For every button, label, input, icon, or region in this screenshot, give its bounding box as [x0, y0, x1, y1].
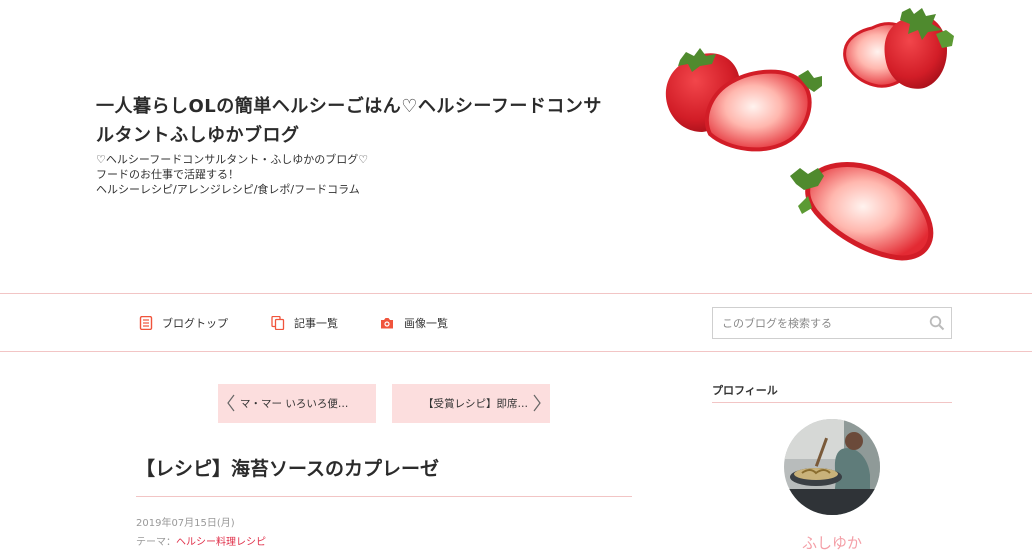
article-theme-label: テーマ： — [136, 537, 176, 548]
avatar[interactable] — [784, 419, 880, 515]
article-date: 2019年07月15日(月) — [136, 518, 235, 529]
strawberry-top-right — [843, 8, 954, 89]
nav-article-list[interactable]: 記事一覧 — [271, 314, 338, 332]
blog-header: 一人暮らしOLの簡単ヘルシーごはん♡ヘルシーフードコンサルタントふしゆかブログ … — [0, 0, 1032, 293]
nav-blog-top-label: ブログトップ — [162, 317, 228, 330]
prev-article-button[interactable]: マ・マー いろいろ便… — [218, 384, 376, 423]
nav-image-list[interactable]: 画像一覧 — [379, 314, 448, 332]
chevron-right-icon — [533, 394, 541, 412]
next-article-label: 【受賞レシピ】即席… — [423, 398, 528, 410]
article-theme: テーマ：ヘルシー料理レシピ — [136, 533, 266, 548]
blog-search — [712, 307, 952, 339]
nav-image-list-label: 画像一覧 — [404, 317, 448, 330]
search-input[interactable] — [713, 308, 923, 338]
article-divider — [136, 496, 632, 497]
search-icon[interactable] — [929, 315, 945, 331]
profile-heading: プロフィール — [712, 384, 778, 397]
profile-divider — [712, 402, 952, 403]
strawberry-header-image — [665, 8, 954, 261]
nav-article-list-label: 記事一覧 — [294, 317, 338, 330]
global-nav: ブログトップ 記事一覧 画像一覧 — [0, 293, 1032, 352]
blog-description: ♡ヘルシーフードコンサルタント・ふしゆかのブログ♡ フードのお仕事で活躍する！ … — [96, 152, 516, 197]
camera-icon — [381, 318, 393, 329]
blog-title[interactable]: 一人暮らしOLの簡単ヘルシーごはん♡ヘルシーフードコンサルタントふしゆかブログ — [96, 92, 616, 150]
blog-description-line: ヘルシーレシピ/アレンジレシピ/食レポ/フードコラム — [96, 183, 360, 196]
profile-name[interactable]: ふしゆか — [712, 532, 952, 553]
chevron-left-icon — [227, 394, 235, 412]
copy-icon — [271, 316, 285, 330]
article-title[interactable]: 【レシピ】海苔ソースのカプレーゼ — [136, 454, 439, 481]
blog-description-line: フードのお仕事で活躍する！ — [96, 168, 239, 181]
prev-article-label: マ・マー いろいろ便… — [240, 398, 349, 410]
strawberry-bottom — [790, 162, 934, 261]
article-theme-link[interactable]: ヘルシー料理レシピ — [176, 537, 266, 548]
document-icon — [139, 316, 153, 330]
blog-description-line: ♡ヘルシーフードコンサルタント・ふしゆかのブログ♡ — [96, 153, 369, 166]
strawberry-middle-left — [665, 48, 822, 152]
avatar-photo — [784, 419, 880, 515]
next-article-button[interactable]: 【受賞レシピ】即席… — [392, 384, 550, 423]
nav-blog-top[interactable]: ブログトップ — [139, 314, 228, 332]
